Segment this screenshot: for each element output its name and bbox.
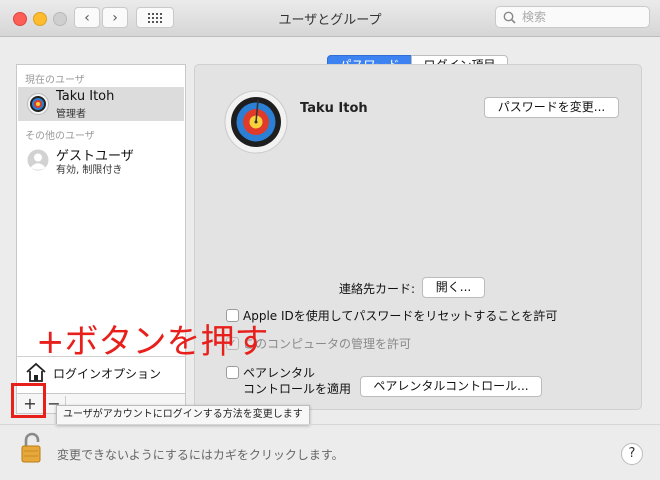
- search-icon: [503, 11, 516, 24]
- parental-label-line1: ペアレンタル: [243, 366, 316, 380]
- target-avatar-icon: [27, 93, 49, 115]
- search-input[interactable]: [520, 9, 644, 25]
- guest-user-role: 有効, 制限付き: [56, 165, 123, 176]
- current-user-section: 現在のユーザ: [25, 75, 85, 86]
- current-user-name: Taku Itoh: [56, 89, 115, 104]
- open-contact-button[interactable]: 開く...: [422, 277, 485, 298]
- parental-controls-checkbox[interactable]: [226, 366, 239, 379]
- user-full-name: Taku Itoh: [300, 101, 368, 116]
- contact-card-label: 連絡先カード:: [339, 282, 416, 296]
- add-button-highlight: [11, 383, 46, 418]
- parental-label-line2: コントロールを適用: [243, 382, 352, 396]
- tooltip: ユーザがアカウントにログインする方法を変更します: [56, 405, 310, 425]
- help-button[interactable]: ?: [621, 443, 643, 465]
- parental-controls-button[interactable]: ペアレンタルコントロール...: [360, 376, 542, 397]
- annotation-text: +ボタンを押す: [36, 322, 269, 362]
- search-box[interactable]: [495, 6, 650, 28]
- bottom-separator: [0, 424, 660, 425]
- apple-id-reset-label: Apple IDを使用してパスワードをリセットすることを許可: [243, 309, 558, 323]
- user-item-current[interactable]: Taku Itoh 管理者: [18, 87, 184, 121]
- change-password-button[interactable]: パスワードを変更...: [484, 97, 619, 118]
- guest-avatar-icon: [27, 149, 49, 171]
- user-item-guest[interactable]: ゲストユーザ 有効, 制限付き: [18, 143, 184, 177]
- login-options-label: ログインオプション: [53, 367, 162, 381]
- other-users-section: その他のユーザ: [25, 131, 95, 142]
- lock-icon[interactable]: [20, 432, 44, 464]
- lock-hint: 変更できないようにするにはカギをクリックします。: [57, 448, 344, 462]
- current-user-role: 管理者: [56, 109, 86, 120]
- user-picture-icon[interactable]: [224, 90, 288, 154]
- house-icon: [26, 362, 46, 382]
